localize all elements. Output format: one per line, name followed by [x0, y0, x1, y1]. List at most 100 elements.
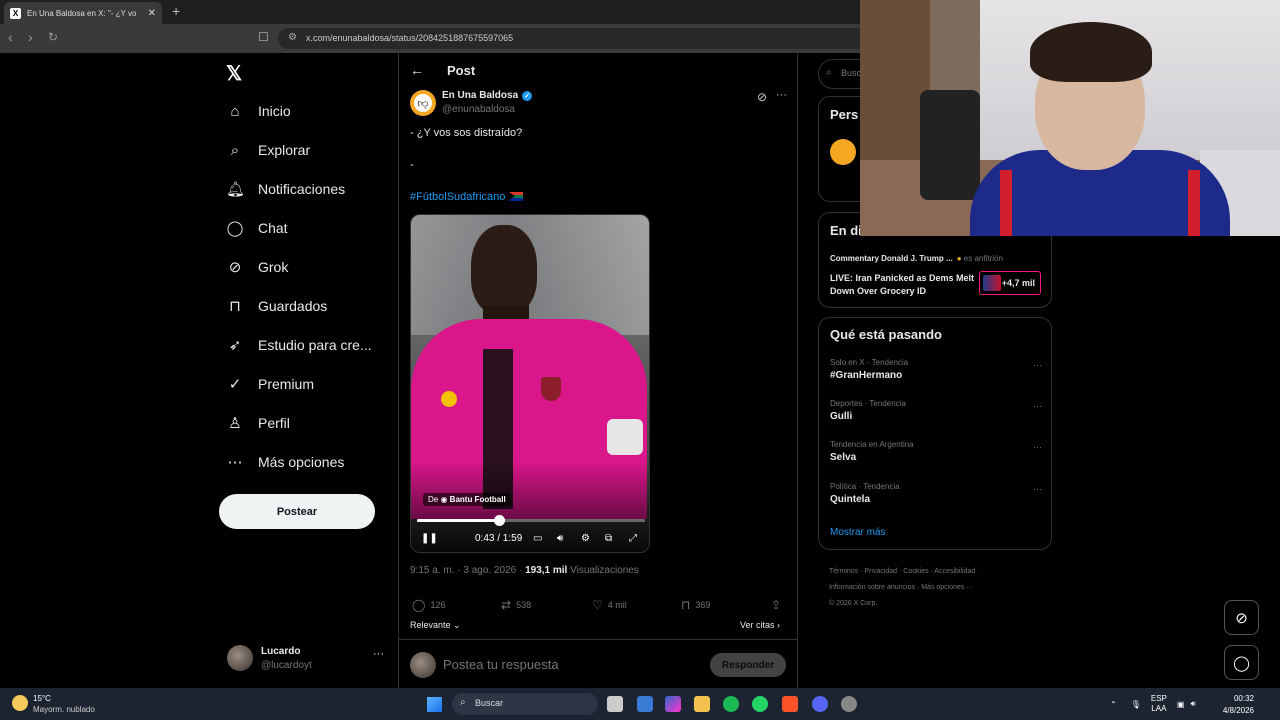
verified-badge-icon: ✓ [522, 90, 533, 101]
views-label: Visualizaciones [567, 565, 639, 576]
avatar[interactable] [830, 139, 856, 165]
more-icon[interactable]: ··· [373, 648, 384, 660]
whatsapp-icon[interactable] [752, 696, 768, 712]
file-explorer-icon[interactable] [694, 696, 710, 712]
more-icon[interactable]: ··· [1033, 401, 1042, 411]
hashtag-link[interactable]: #FútbolSudafricano [410, 191, 524, 203]
more-icon[interactable]: ··· [1033, 484, 1042, 494]
forward-icon[interactable]: › [28, 29, 33, 45]
trend-name: Gulli [830, 411, 853, 422]
site-info-icon[interactable]: ⚙ [288, 32, 297, 43]
bookmark-icon: ⊓ [229, 298, 241, 315]
volume-icon[interactable]: 🔊︎ [1190, 699, 1195, 709]
card-title: En di [830, 223, 862, 238]
display-icon[interactable]: ▣ [1177, 700, 1185, 709]
video-scrubber[interactable] [417, 515, 645, 526]
live-host-role-text: es anfitrión [963, 254, 1003, 263]
reply-input[interactable]: Postea tu respuesta [443, 657, 559, 672]
video-time: 0:43 / 1:59 [475, 533, 523, 544]
video-scrubber-handle[interactable] [494, 515, 506, 526]
share-action[interactable]: ⇪ [771, 598, 786, 612]
browser-tab[interactable]: X En Una Baldosa en X: "- ¿Y vo ✕ [4, 2, 162, 24]
author-handle[interactable]: @enunabaldosa [442, 104, 515, 115]
sort-replies-dropdown[interactable]: Relevante ⌄ [410, 620, 461, 631]
app-icon[interactable] [841, 696, 857, 712]
nav-item-inicio[interactable]: ⌂ Inicio [226, 99, 290, 123]
post-timestamp: 9:15 a. m. · 3 ago. 2026 · [410, 565, 526, 576]
windows-start-icon[interactable] [427, 697, 442, 712]
view-quotes-link[interactable]: Ver citas › [740, 620, 780, 630]
nav-item-grok[interactable]: ⊘ Grok [226, 255, 289, 279]
nav-item-notificaciones[interactable]: 🔔︎ Notificaciones [226, 177, 345, 201]
discord-icon[interactable] [812, 696, 828, 712]
grok-fab-icon[interactable]: ⊘ [1224, 600, 1259, 635]
microphone-icon[interactable]: 🎙︎ [1131, 700, 1141, 709]
bookmark-action[interactable]: ⊓ 369 [681, 598, 710, 612]
x-favicon-icon: X [10, 7, 21, 19]
account-switcher[interactable]: Lucardo @lucardoyt ··· [227, 643, 387, 675]
new-tab-button[interactable]: + [172, 3, 180, 19]
trend-item[interactable]: Solo en X · Tendencia #GranHermano ··· [830, 358, 1042, 381]
browser-tab-bar: X En Una Baldosa en X: "- ¿Y vo ✕ + [0, 0, 860, 24]
footer-links[interactable]: Términos · Privacidad · Cookies · Accesi… [829, 564, 1039, 612]
nav-item-chat[interactable]: ◯ Chat [226, 216, 288, 240]
footer-line[interactable]: Términos · Privacidad · Cookies · Accesi… [829, 564, 1039, 580]
webcam-overlay [860, 0, 1280, 236]
nav-item-premium[interactable]: ✓ Premium [226, 372, 314, 396]
x-logo-icon[interactable]: 𝕏 [226, 61, 242, 86]
chevron-up-icon[interactable]: ⌃ [1110, 700, 1117, 709]
post-button[interactable]: Postear [219, 494, 375, 529]
trend-item[interactable]: Deportes · Tendencia Gulli ··· [830, 399, 1042, 422]
video-source-label[interactable]: De ◉ Bantu Football [423, 493, 511, 506]
nav-item-estudio[interactable]: ➶ Estudio para cre... [226, 333, 372, 357]
captions-icon[interactable]: ▭ [533, 533, 542, 544]
nav-item-perfil[interactable]: ♙ Perfil [226, 411, 290, 435]
video-player[interactable]: De ◉ Bantu Football ❚❚ 0:43 / 1:59 ▭ 🔊︎ … [410, 214, 650, 553]
like-action[interactable]: ♡ 4 mil [592, 598, 627, 612]
volume-icon[interactable]: 🔊︎ [557, 533, 563, 544]
verified-icon: ✓ [228, 376, 242, 393]
more-icon[interactable]: ··· [1033, 360, 1042, 370]
reload-icon[interactable]: ↻ [48, 30, 58, 44]
grok-icon[interactable]: ⊘ [757, 90, 767, 104]
search-placeholder: Busc [841, 68, 862, 78]
repost-action[interactable]: ⇄ 538 [501, 598, 531, 612]
author-avatar[interactable]: 👎︎ [410, 90, 436, 116]
app-icon[interactable] [637, 696, 653, 712]
bookmark-page-icon[interactable]: ☐ [258, 30, 269, 44]
more-icon[interactable]: ··· [1033, 442, 1042, 452]
trend-item[interactable]: Tendencia en Argentina Selva ··· [830, 440, 1042, 463]
back-arrow-icon[interactable]: ← [410, 62, 424, 78]
url-field[interactable]: ⚙ x.com/enunabaldosa/status/208425188767… [278, 28, 860, 49]
pause-icon[interactable]: ❚❚ [421, 533, 438, 544]
trend-item[interactable]: Política · Tendencia Quintela ··· [830, 482, 1042, 505]
show-more-link[interactable]: Mostrar más [830, 527, 886, 538]
clock[interactable]: 00:32 4/8/2026 [1208, 693, 1254, 717]
pip-icon[interactable]: ⧉ [605, 533, 612, 544]
chat-fab-icon[interactable]: ◯ [1224, 645, 1259, 680]
more-icon[interactable]: ··· [776, 89, 787, 101]
task-view-icon[interactable] [607, 696, 623, 712]
reply-button[interactable]: Responder [710, 653, 786, 677]
author-name[interactable]: En Una Baldosa ✓ [442, 90, 533, 101]
back-icon[interactable]: ‹ [8, 29, 13, 45]
nav-item-explorar[interactable]: ⌕ Explorar [226, 138, 310, 162]
nav-item-mas-opciones[interactable]: ⋯ Más opciones [226, 450, 345, 474]
nav-item-guardados[interactable]: ⊓ Guardados [226, 294, 327, 318]
footer-line[interactable]: Información sobre anuncios · Más opcione… [829, 580, 1039, 596]
taskbar-search[interactable]: ⌕ Buscar [452, 693, 598, 715]
fullscreen-icon[interactable]: ⤢ [629, 533, 637, 544]
reply-icon: ◯ [412, 598, 426, 612]
spotify-icon[interactable] [723, 696, 739, 712]
close-tab-icon[interactable]: ✕ [148, 8, 156, 19]
chat-icon: ◯ [226, 220, 244, 237]
settings-icon[interactable]: ⚙ [581, 533, 590, 544]
reply-action[interactable]: ◯ 126 [412, 598, 445, 612]
share-icon: ⇪ [771, 598, 782, 612]
brave-browser-icon[interactable] [782, 696, 798, 712]
avatar [227, 645, 253, 671]
language-indicator[interactable]: ESP LAA [1151, 694, 1167, 714]
weather-widget[interactable]: 15°C Mayorm. nublado [12, 693, 95, 715]
copilot-icon[interactable] [665, 696, 681, 712]
post-text-line: - [410, 159, 414, 171]
